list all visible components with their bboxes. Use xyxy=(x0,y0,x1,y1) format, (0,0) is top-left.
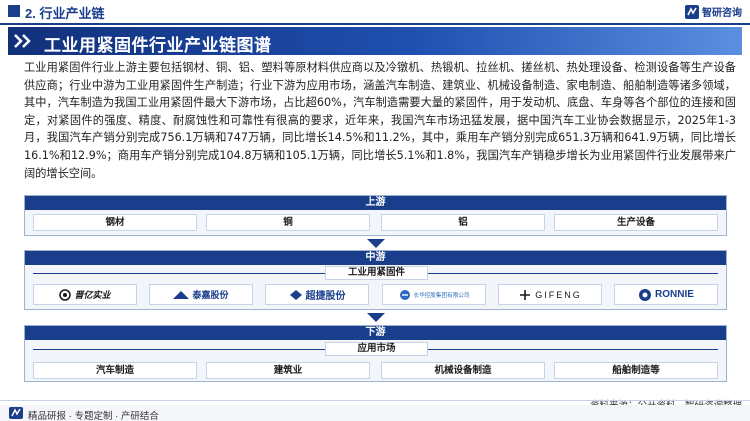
title-banner: 工业用紧固件行业产业链图谱 xyxy=(8,27,742,55)
downstream-item-machinery: 机械设备制造 xyxy=(381,362,545,379)
upstream-item-copper: 铜 xyxy=(206,214,370,231)
downstream-panel: 下游 应用市场 汽车制造 建筑业 机械设备制造 船舶制造等 xyxy=(24,325,727,382)
logo-chaojie: 超捷股份 xyxy=(265,284,369,305)
double-chevron-icon xyxy=(14,34,31,48)
top-bar: 2. 行业产业链 智研咨询 xyxy=(0,0,750,24)
logo-jinyi-text: 晋亿实业 xyxy=(74,290,111,300)
downstream-item-auto: 汽车制造 xyxy=(33,362,197,379)
upstream-panel: 上游 钢材 铜 铝 生产设备 xyxy=(24,195,727,236)
logo-changhua: 长华控股集团有限公司 xyxy=(382,284,486,305)
upstream-item-steel: 钢材 xyxy=(33,214,197,231)
footer-slogan: 精品研报 · 专题定制 · 产研结合 xyxy=(28,411,159,421)
downstream-item-shipbuilding: 船舶制造等 xyxy=(554,362,718,379)
logo-changhua-text: 长华控股集团有限公司 xyxy=(413,292,470,299)
section-square-icon xyxy=(8,5,20,17)
upstream-item-aluminum: 铝 xyxy=(381,214,545,231)
logo-taijia: 泰嘉股份 xyxy=(149,284,253,305)
logo-taijia-text: 泰嘉股份 xyxy=(192,290,229,300)
page-title: 工业用紧固件行业产业链图谱 xyxy=(44,36,272,55)
brand-logo: 智研咨询 xyxy=(685,4,742,19)
midstream-panel: 中游 工业用紧固件 晋亿实业 泰嘉股份 超捷股份 长华控股集团有限公司 GIFE… xyxy=(24,250,727,310)
logo-chaojie-text: 超捷股份 xyxy=(305,291,346,302)
top-divider xyxy=(0,23,750,25)
brand-mark-icon xyxy=(685,4,699,19)
arrow-down-icon xyxy=(367,239,385,248)
logo-ronnie: RONNIE xyxy=(614,284,718,305)
upstream-item-equipment: 生产设备 xyxy=(554,214,718,231)
downstream-item-construction: 建筑业 xyxy=(206,362,370,379)
arrow-down-icon xyxy=(367,313,385,322)
logo-gifeng-text: GIFENG xyxy=(535,289,582,300)
footer-divider xyxy=(0,400,750,401)
midstream-heading: 中游 xyxy=(25,251,726,265)
gifeng-logo-icon xyxy=(520,289,531,300)
jinyi-logo-icon xyxy=(59,288,72,301)
midstream-sub-heading: 工业用紧固件 xyxy=(325,266,428,280)
ronnie-logo-icon xyxy=(639,288,652,301)
footer-bar: 精品研报 · 专题定制 · 产研结合 xyxy=(0,405,750,421)
logo-gifeng: GIFENG xyxy=(498,284,602,305)
upstream-heading: 上游 xyxy=(25,196,726,210)
downstream-sub-heading: 应用市场 xyxy=(325,342,428,356)
downstream-heading: 下游 xyxy=(25,326,726,340)
chaojie-logo-icon xyxy=(289,289,302,300)
brand-name: 智研咨询 xyxy=(702,8,742,19)
description-paragraph: 工业用紧固件行业上游主要包括钢材、铜、铝、塑料等原材料供应商以及冷镦机、热锻机、… xyxy=(24,61,736,180)
logo-ronnie-text: RONNIE xyxy=(655,289,694,300)
changhua-logo-icon xyxy=(399,289,410,300)
footer-brand-icon xyxy=(9,407,23,419)
taijia-logo-icon xyxy=(173,290,190,299)
section-label: 2. 行业产业链 xyxy=(25,6,105,21)
logo-jinyi: 晋亿实业 xyxy=(33,284,137,305)
